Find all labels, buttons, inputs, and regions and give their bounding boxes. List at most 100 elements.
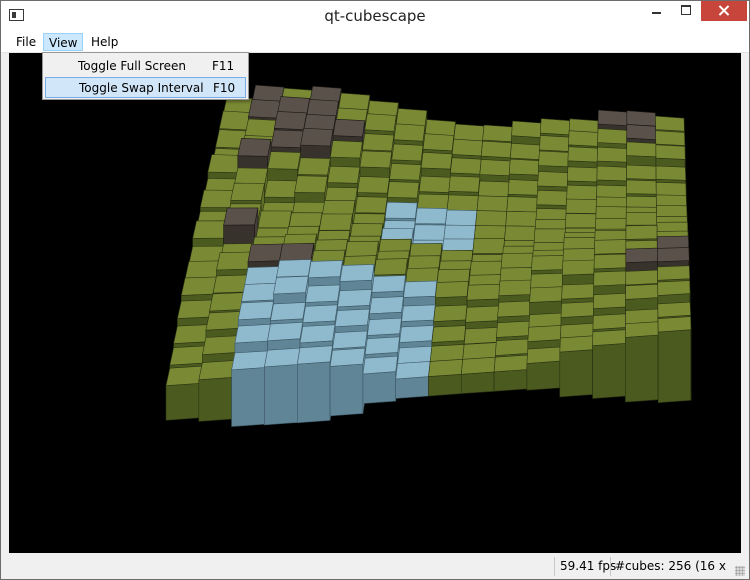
cube-face [453,123,485,142]
cube-face [431,325,466,343]
cube-face [366,317,402,336]
cube-face [507,179,539,196]
cube-face [334,308,370,328]
cube-face [362,133,395,152]
cube-face [296,345,333,365]
cube-face [329,140,363,159]
cube-face [384,201,418,219]
cube-face [592,343,626,399]
cube-face [373,258,408,276]
cube-face [466,283,501,301]
cube-face [332,330,368,350]
cube-face [625,321,659,338]
minimize-button[interactable] [643,1,670,21]
cube-face [597,109,628,127]
cube-face [479,159,511,177]
cube-face [561,259,595,276]
window-title: qt-cubescape [324,7,426,25]
status-bar: 59.41 fps #cubes: 256 (16 x 16) [1,554,749,579]
cube-face [395,376,429,399]
menu-help[interactable]: Help [85,33,124,51]
cube-face [294,175,328,194]
cube-face [451,138,483,157]
menu-item-toggle-swap-interval[interactable]: Toggle Swap Interval F10 [45,77,246,98]
cube-face [531,255,564,271]
cube-face [496,320,530,338]
cube-face [539,118,571,136]
cube-face [625,283,659,300]
cube-face [626,164,657,180]
cube-face [332,118,366,138]
cube-face [469,260,503,277]
cube-face [508,158,540,176]
close-button[interactable] [701,1,747,21]
cube-face [472,238,505,254]
cube-face [493,369,528,392]
cube-face [297,157,331,176]
menu-file[interactable]: File [10,33,42,51]
cube-face [199,189,235,208]
cube-face [560,301,594,318]
cube-face [165,383,200,421]
cube-face [429,344,465,362]
cubescape-render [165,84,692,427]
cube-face [565,213,597,229]
cube-face [296,361,331,424]
cube-face [364,336,400,355]
maximize-button[interactable] [672,1,699,21]
status-separator [610,557,611,576]
cube-face [460,356,496,375]
cube-face [433,304,468,322]
cube-face [434,281,469,299]
cube-face [212,274,249,294]
cube-face [307,260,343,279]
cube-face [244,266,280,285]
cube-face [559,349,593,398]
cube-face [403,280,438,298]
cube-face [207,154,242,174]
cube-face [184,260,221,280]
cube-face [539,135,570,152]
cube-face [397,345,433,364]
cube-face [192,220,228,239]
cube-face [655,165,687,181]
cube-face [509,142,541,160]
cube-face [511,120,542,138]
cube-face [593,270,627,287]
cubescape-viewport[interactable] [9,53,741,553]
cube-face [412,224,446,241]
cube-face [395,361,431,380]
cube-face [478,180,510,198]
menu-item-shortcut: F11 [212,59,235,73]
cube-face [267,321,304,342]
cube-face [241,282,277,302]
cube-face [354,196,388,214]
cube-face [270,129,304,149]
cube-face [264,347,301,368]
app-window: qt-cubescape File View Help 59.41 fps #c… [0,0,750,580]
cube-face [391,143,424,162]
menu-view[interactable]: View [43,33,84,51]
cube-face [592,292,627,310]
cube-face [234,323,271,344]
cube-face [476,195,509,212]
cube-face [657,301,691,318]
menu-item-toggle-full-screen[interactable]: Toggle Full Screen F11 [45,56,246,77]
status-separator [554,557,555,576]
cube-face [244,118,278,138]
cube-face [497,300,531,318]
cube-face [526,360,561,391]
cube-face [504,225,537,242]
cube-face [386,181,420,199]
cube-face [247,243,283,263]
resize-grip[interactable] [735,566,745,576]
cube-face [264,364,298,426]
cube-face [529,286,563,303]
cube-face [279,242,315,262]
cube-face [450,157,482,175]
cube-face [445,209,478,226]
cube-face [657,329,692,404]
cube-face [527,325,562,343]
title-bar[interactable]: qt-cubescape [1,1,749,31]
cube-face [475,210,508,227]
